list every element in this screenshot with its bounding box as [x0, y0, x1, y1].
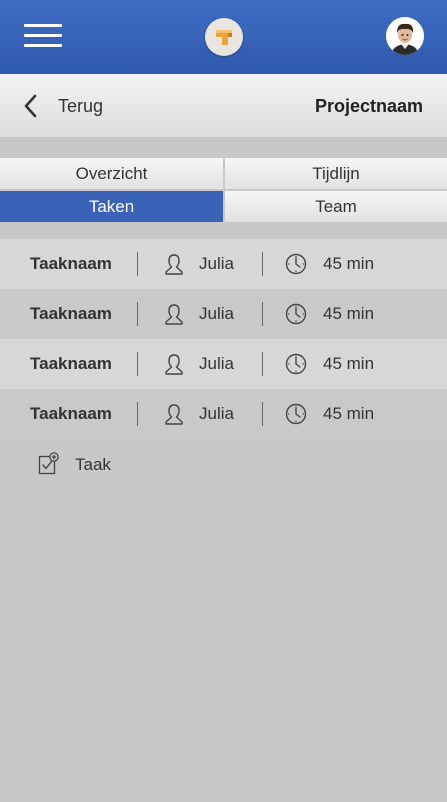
tab-tijdlijn[interactable]: Tijdlijn	[225, 158, 447, 189]
sub-header: Terug Projectnaam	[0, 74, 447, 137]
clock-icon	[285, 253, 307, 275]
tab-team[interactable]: Team	[225, 191, 447, 222]
divider	[137, 352, 138, 376]
person-icon	[164, 403, 184, 425]
clock-icon	[285, 353, 307, 375]
assignee-name: Julia	[199, 254, 234, 273]
person-icon	[164, 353, 184, 375]
assignee-name: Julia	[199, 304, 234, 323]
assignee-name: Julia	[199, 354, 234, 373]
divider	[262, 402, 263, 426]
add-task-label: Taak	[75, 455, 111, 474]
task-name: Taaknaam	[30, 304, 112, 323]
add-task-icon	[38, 452, 60, 476]
task-name: Taaknaam	[30, 254, 112, 273]
task-duration: 45 min	[323, 304, 375, 323]
task-list: Taaknaam Julia 45 min Taaknaam Julia 45 …	[0, 239, 447, 439]
top-app-bar	[0, 0, 447, 74]
task-row[interactable]: Taaknaam Julia 45 min	[0, 339, 447, 389]
tab-overzicht[interactable]: Overzicht	[0, 158, 223, 189]
task-row[interactable]: Taaknaam Julia 45 min	[0, 389, 447, 439]
task-duration: 45 min	[323, 254, 375, 273]
assignee-name: Julia	[199, 404, 234, 423]
tab-taken[interactable]: Taken	[0, 191, 223, 222]
task-duration: 45 min	[323, 404, 375, 423]
back-button[interactable]: Terug	[58, 96, 103, 117]
app-logo-icon	[205, 18, 243, 56]
person-icon	[164, 253, 184, 275]
divider	[137, 252, 138, 276]
divider	[262, 352, 263, 376]
project-title: Projectnaam	[314, 96, 423, 116]
chevron-left-icon[interactable]	[22, 94, 40, 118]
person-icon	[164, 303, 184, 325]
divider	[137, 402, 138, 426]
divider	[137, 302, 138, 326]
task-row[interactable]: Taaknaam Julia 45 min	[0, 239, 447, 289]
task-name: Taaknaam	[30, 404, 112, 423]
divider	[262, 302, 263, 326]
task-name: Taaknaam	[30, 354, 112, 373]
task-duration: 45 min	[323, 354, 375, 373]
task-row[interactable]: Taaknaam Julia 45 min	[0, 289, 447, 339]
hamburger-menu-icon[interactable]	[24, 24, 62, 48]
divider	[262, 252, 263, 276]
tab-bar: Overzicht Tijdlijn Taken Team	[0, 158, 447, 222]
user-avatar[interactable]	[386, 17, 424, 55]
clock-icon	[285, 303, 307, 325]
clock-icon	[285, 403, 307, 425]
